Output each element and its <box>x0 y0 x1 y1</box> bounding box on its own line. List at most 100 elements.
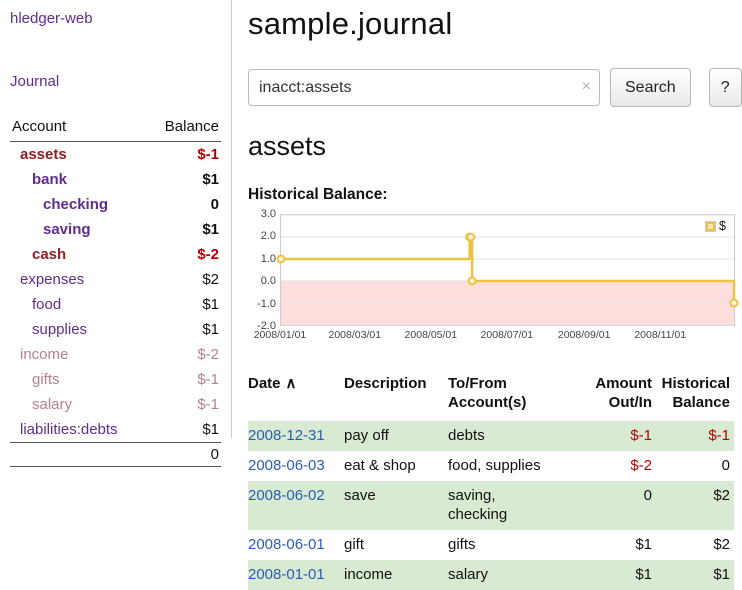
transaction-historical-balance: $2 <box>656 530 734 560</box>
account-link-salary[interactable]: salary <box>12 396 72 413</box>
column-header-historical: Historical Balance <box>656 374 734 421</box>
chart-y-axis: 3.02.01.00.0-1.0-2.0 <box>248 214 276 326</box>
column-header-date[interactable]: Date ∧ <box>248 374 344 421</box>
x-axis-tick-label: 2008/01/01 <box>254 329 307 341</box>
sidebar-item-journal[interactable]: Journal <box>10 73 59 90</box>
x-axis-tick-label: 2008/03/01 <box>329 329 382 341</box>
transaction-row: 2008-01-01 income salary $1 $1 <box>248 560 734 590</box>
accounts-total-row: 0 <box>10 442 221 467</box>
sidebar: hledger-web Journal Account Balance asse… <box>0 0 232 438</box>
account-row: checking 0 <box>10 192 221 217</box>
account-link-gifts[interactable]: gifts <box>12 371 60 388</box>
account-row: assets $-1 <box>10 142 221 167</box>
transaction-row: 2008-06-02 save saving, checking 0 $2 <box>248 481 734 530</box>
chart-plot-area[interactable]: $ <box>280 214 735 326</box>
transaction-historical-balance: $-1 <box>656 421 734 451</box>
section-heading-assets: assets <box>248 131 742 162</box>
app-title-link[interactable]: hledger-web <box>10 10 93 27</box>
account-balance: $-2 <box>197 346 219 363</box>
transactions-table: Date ∧ Description To/From Account(s) Amo… <box>248 374 734 590</box>
account-link-liabilities-debts[interactable]: liabilities:debts <box>12 421 118 438</box>
help-button[interactable]: ? <box>709 68 742 107</box>
transaction-accounts: food, supplies <box>448 451 584 481</box>
transaction-historical-balance: $1 <box>656 560 734 590</box>
transaction-row: 2008-12-31 pay off debts $-1 $-1 <box>248 421 734 451</box>
account-balance: $1 <box>202 421 219 438</box>
search-input[interactable] <box>248 69 600 106</box>
account-link-checking[interactable]: checking <box>12 196 108 213</box>
app-title: hledger-web <box>10 10 221 27</box>
column-header-description: Description <box>344 374 448 421</box>
account-balance: $-1 <box>197 396 219 413</box>
transaction-date-link[interactable]: 2008-01-01 <box>248 566 325 583</box>
transaction-amount: $1 <box>584 530 656 560</box>
date-header-label: Date <box>248 375 281 392</box>
transaction-date-link[interactable]: 2008-06-01 <box>248 536 325 553</box>
transaction-amount: $1 <box>584 560 656 590</box>
account-balance: 0 <box>211 196 219 213</box>
account-link-saving[interactable]: saving <box>12 221 91 238</box>
historical-balance-label: Historical Balance: <box>248 186 742 204</box>
account-balance: $2 <box>202 271 219 288</box>
x-axis-tick-label: 2008/07/01 <box>481 329 534 341</box>
page-title: sample.journal <box>248 6 742 42</box>
transaction-description: save <box>344 481 448 530</box>
transaction-description: pay off <box>344 421 448 451</box>
transaction-historical-balance: $2 <box>656 481 734 530</box>
transaction-date-link[interactable]: 2008-12-31 <box>248 427 325 444</box>
y-axis-tick-label: 3.0 <box>261 208 276 220</box>
x-axis-tick-label: 2008/05/01 <box>405 329 458 341</box>
account-row: expenses $2 <box>10 267 221 292</box>
transaction-description: income <box>344 560 448 590</box>
column-header-accounts: To/From Account(s) <box>448 374 584 421</box>
transaction-amount: $-2 <box>584 451 656 481</box>
transaction-description: gift <box>344 530 448 560</box>
transaction-row: 2008-06-03 eat & shop food, supplies $-2… <box>248 451 734 481</box>
y-axis-tick-label: -1.0 <box>257 298 276 310</box>
legend-color-swatch <box>706 222 715 231</box>
transaction-accounts: gifts <box>448 530 584 560</box>
account-link-expenses[interactable]: expenses <box>12 271 84 288</box>
account-row: income $-2 <box>10 342 221 367</box>
x-axis-tick-label: 2008/11/01 <box>634 329 686 341</box>
account-row: gifts $-1 <box>10 367 221 392</box>
balance-chart: 3.02.01.00.0-1.0-2.0 $ 2008/01/012008/03… <box>248 214 736 348</box>
transaction-amount: 0 <box>584 481 656 530</box>
accounts-table: Account Balance assets $-1 bank $1 check… <box>10 116 221 467</box>
transaction-row: 2008-06-01 gift gifts $1 $2 <box>248 530 734 560</box>
column-header-amount: Amount Out/In <box>584 374 656 421</box>
transaction-date-link[interactable]: 2008-06-03 <box>248 457 325 474</box>
account-balance: $1 <box>202 296 219 313</box>
account-link-cash[interactable]: cash <box>12 246 66 263</box>
transaction-description: eat & shop <box>344 451 448 481</box>
x-axis-tick-label: 2008/09/01 <box>558 329 611 341</box>
account-link-bank[interactable]: bank <box>12 171 67 188</box>
accounts-table-header: Account Balance <box>10 116 221 142</box>
clear-search-icon[interactable]: × <box>582 78 591 96</box>
account-link-food[interactable]: food <box>12 296 61 313</box>
transaction-accounts: debts <box>448 421 584 451</box>
transaction-date-link[interactable]: 2008-06-02 <box>248 487 325 504</box>
account-row: saving $1 <box>10 217 221 242</box>
sort-ascending-icon: ∧ <box>286 375 297 392</box>
transaction-amount: $-1 <box>584 421 656 451</box>
account-link-supplies[interactable]: supplies <box>12 321 87 338</box>
account-row: bank $1 <box>10 167 221 192</box>
balance-column-header: Balance <box>165 118 219 135</box>
account-balance: $-1 <box>197 146 219 163</box>
y-axis-tick-label: 1.0 <box>261 253 276 265</box>
account-row: cash $-2 <box>10 242 221 267</box>
account-balance: $-1 <box>197 371 219 388</box>
account-balance: $-2 <box>197 246 219 263</box>
search-button[interactable]: Search <box>610 68 691 107</box>
transactions-header-row: Date ∧ Description To/From Account(s) Amo… <box>248 374 734 421</box>
account-link-assets[interactable]: assets <box>12 146 67 163</box>
account-row: liabilities:debts $1 <box>10 417 221 442</box>
y-axis-tick-label: 2.0 <box>261 230 276 242</box>
accounts-total-value: 0 <box>211 446 219 463</box>
account-row: salary $-1 <box>10 392 221 417</box>
account-link-income[interactable]: income <box>12 346 68 363</box>
chart-legend: $ <box>702 218 730 234</box>
transaction-historical-balance: 0 <box>656 451 734 481</box>
account-balance: $1 <box>202 171 219 188</box>
